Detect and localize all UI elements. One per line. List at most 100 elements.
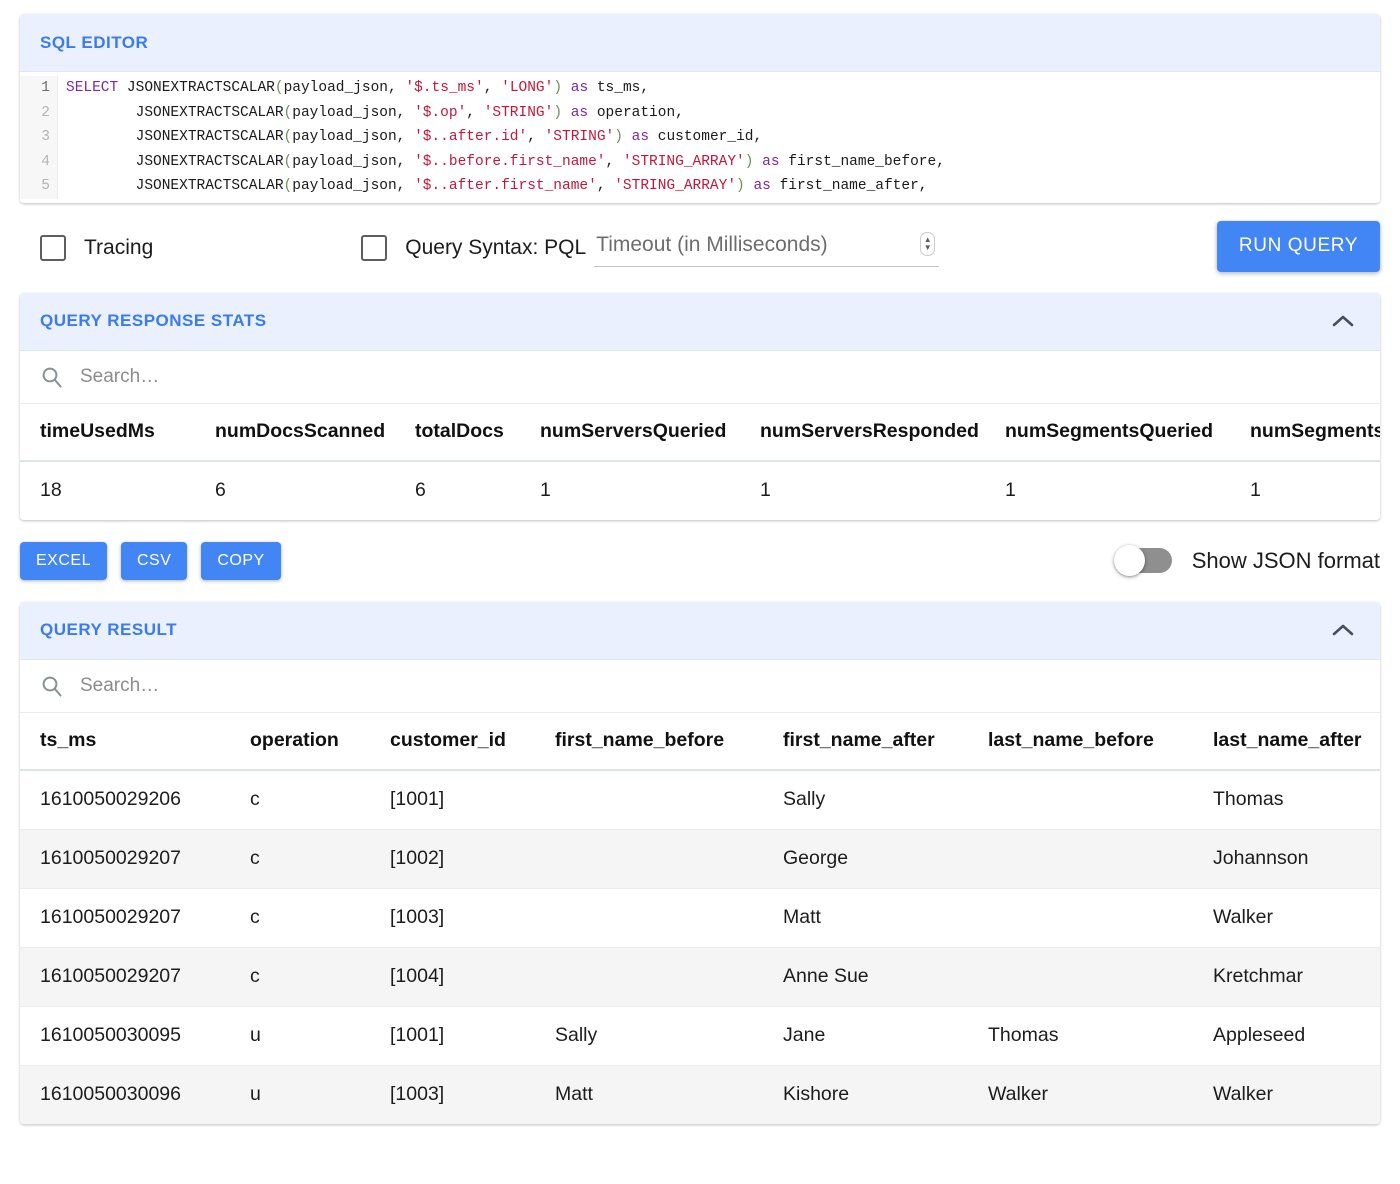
code-token: 'STRING_ARRAY' (614, 178, 736, 194)
code-token: JSONEXTRACTSCALAR (66, 154, 284, 170)
table-cell: Thomas (1193, 770, 1380, 830)
table-row[interactable]: 1610050029207c[1002]GeorgeJohannson (20, 829, 1380, 888)
code-token: ) (614, 129, 623, 145)
code-token: , (397, 129, 414, 145)
code-token: , (397, 154, 414, 170)
query-syntax-pql-label: Query Syntax: PQL (405, 236, 586, 260)
chevron-up-icon[interactable] (1326, 613, 1360, 647)
column-header[interactable]: totalDocs (395, 404, 520, 461)
csv-export-button[interactable]: CSV (121, 542, 187, 580)
table-cell: Kishore (763, 1065, 968, 1124)
code-token: 'STRING_ARRAY' (623, 154, 745, 170)
code-token: payload_json (292, 154, 396, 170)
show-json-format-toggle[interactable] (1116, 548, 1172, 573)
query-toolbar: Tracing Query Syntax: PQL ▲ ▼ RUN QUERY (20, 203, 1380, 293)
copy-button[interactable]: COPY (201, 542, 280, 580)
column-header[interactable]: last_name_before (968, 713, 1193, 770)
sql-editor-code[interactable]: SELECT JSONEXTRACTSCALAR(payload_json, '… (58, 76, 1380, 199)
query-result-search-input[interactable] (78, 674, 1360, 698)
query-syntax-pql-checkbox[interactable] (361, 235, 387, 261)
run-query-button[interactable]: RUN QUERY (1217, 221, 1380, 272)
tracing-label: Tracing (84, 236, 153, 260)
code-token: ( (275, 80, 284, 96)
code-token: as (753, 154, 788, 170)
table-cell: Appleseed (1193, 1006, 1380, 1065)
table-row[interactable]: 18661111 (20, 461, 1380, 520)
tracing-checkbox[interactable] (40, 235, 66, 261)
table-row[interactable]: 1610050029207c[1004]Anne SueKretchmar (20, 947, 1380, 1006)
code-token: '$.ts_ms' (405, 80, 483, 96)
line-number: 3 (20, 125, 50, 150)
column-header[interactable]: customer_id (370, 713, 535, 770)
table-cell: [1003] (370, 888, 535, 947)
query-response-stats-card: QUERY RESPONSE STATS timeUsedMsnumDocsSc… (20, 293, 1380, 520)
code-token: as (562, 105, 597, 121)
query-response-stats-table: timeUsedMsnumDocsScannedtotalDocsnumServ… (20, 404, 1380, 520)
timeout-field: ▲ ▼ (594, 231, 939, 267)
table-cell: 18 (20, 461, 195, 520)
table-cell (968, 829, 1193, 888)
code-token: JSONEXTRACTSCALAR (66, 105, 284, 121)
table-cell: Matt (763, 888, 968, 947)
code-token: payload_json (292, 105, 396, 121)
query-result-table: ts_msoperationcustomer_idfirst_name_befo… (20, 713, 1380, 1124)
table-row[interactable]: 1610050030096u[1003]MattKishoreWalkerWal… (20, 1065, 1380, 1124)
table-cell: c (230, 770, 370, 830)
code-line: JSONEXTRACTSCALAR(payload_json, '$..befo… (66, 150, 1380, 175)
sql-editor-header: SQL EDITOR (20, 14, 1380, 72)
code-token: ( (284, 129, 293, 145)
code-token: 'STRING' (484, 105, 554, 121)
column-header[interactable]: numSegmentsProcessed (1230, 404, 1380, 461)
table-cell: 1 (1230, 461, 1380, 520)
code-token: ) (553, 105, 562, 121)
table-row[interactable]: 1610050029207c[1003]MattWalker (20, 888, 1380, 947)
code-token: SELECT (66, 80, 118, 96)
query-syntax-pql-checkbox-row[interactable]: Query Syntax: PQL (361, 235, 586, 261)
tracing-checkbox-row[interactable]: Tracing (40, 235, 153, 261)
code-line: JSONEXTRACTSCALAR(payload_json, '$.op', … (66, 101, 1380, 126)
query-response-stats-search-input[interactable] (78, 365, 1360, 389)
query-response-stats-title: QUERY RESPONSE STATS (40, 311, 1326, 331)
excel-export-button[interactable]: EXCEL (20, 542, 107, 580)
code-token: first_name_before, (788, 154, 945, 170)
column-header[interactable]: first_name_after (763, 713, 968, 770)
table-row[interactable]: 1610050030095u[1001]SallyJaneThomasApple… (20, 1006, 1380, 1065)
code-token: ( (284, 105, 293, 121)
sql-console-page: SQL EDITOR 12345 SELECT JSONEXTRACTSCALA… (0, 0, 1400, 1184)
stepper-down-icon[interactable]: ▼ (924, 244, 932, 252)
timeout-stepper[interactable]: ▲ ▼ (920, 232, 935, 256)
code-token: '$..after.id' (414, 129, 527, 145)
code-line: SELECT JSONEXTRACTSCALAR(payload_json, '… (66, 76, 1380, 101)
column-header[interactable]: last_name_after (1193, 713, 1380, 770)
search-icon (40, 365, 64, 389)
sql-editor-body[interactable]: 12345 SELECT JSONEXTRACTSCALAR(payload_j… (20, 72, 1380, 203)
chevron-up-icon[interactable] (1326, 304, 1360, 338)
table-cell: c (230, 888, 370, 947)
table-cell: 6 (195, 461, 395, 520)
line-number: 5 (20, 174, 50, 199)
column-header[interactable]: numDocsScanned (195, 404, 395, 461)
column-header[interactable]: timeUsedMs (20, 404, 195, 461)
query-result-header: QUERY RESULT (20, 602, 1380, 660)
code-token: , (597, 178, 614, 194)
query-response-stats-search-row (20, 351, 1380, 404)
column-header[interactable]: operation (230, 713, 370, 770)
table-cell: Jane (763, 1006, 968, 1065)
timeout-input[interactable] (594, 231, 939, 267)
column-header[interactable]: numServersQueried (520, 404, 740, 461)
table-cell (535, 770, 763, 830)
table-row[interactable]: 1610050029206c[1001]SallyThomas (20, 770, 1380, 830)
table-cell: Matt (535, 1065, 763, 1124)
column-header[interactable]: numServersResponded (740, 404, 985, 461)
show-json-format-toggle-row[interactable]: Show JSON format (1116, 548, 1380, 574)
table-cell: u (230, 1065, 370, 1124)
column-header[interactable]: first_name_before (535, 713, 763, 770)
code-token: ) (553, 80, 562, 96)
code-token: 'STRING' (545, 129, 615, 145)
table-cell: u (230, 1006, 370, 1065)
code-token: '$.op' (414, 105, 466, 121)
column-header[interactable]: ts_ms (20, 713, 230, 770)
code-token: ( (284, 154, 293, 170)
column-header[interactable]: numSegmentsQueried (985, 404, 1230, 461)
code-token: JSONEXTRACTSCALAR (118, 80, 275, 96)
